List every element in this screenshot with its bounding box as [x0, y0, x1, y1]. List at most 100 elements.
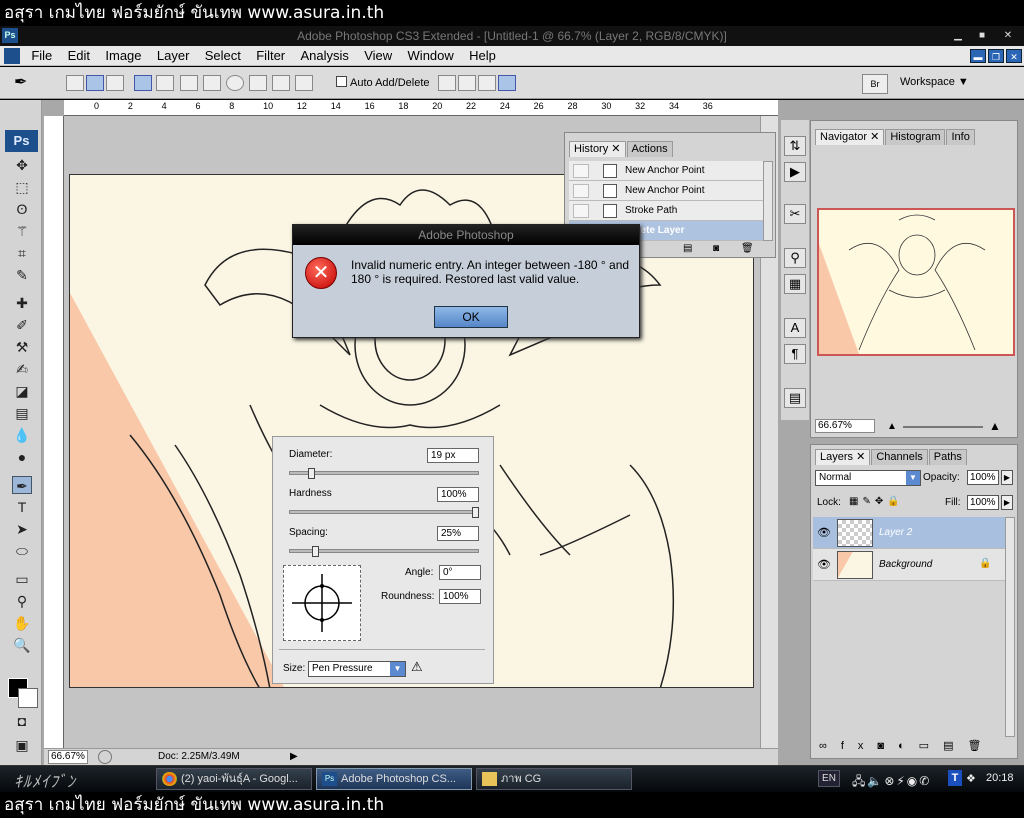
menu-layer[interactable]: Layer — [151, 46, 196, 66]
new-document-icon[interactable]: ▤ — [683, 243, 692, 254]
size-control-select[interactable]: Pen Pressure ▼ — [308, 661, 406, 677]
background-color[interactable] — [18, 688, 38, 708]
ellipse-shape-icon[interactable] — [226, 75, 244, 91]
status-arrow-icon[interactable]: ▶ — [290, 749, 298, 765]
line-shape-icon[interactable] — [272, 75, 290, 91]
angle-field[interactable]: 0° — [439, 565, 481, 580]
animation-icon[interactable]: ▶ — [784, 162, 806, 182]
shape-layers-icon[interactable] — [66, 75, 84, 91]
zoom-slider[interactable] — [903, 426, 983, 428]
slice-tool-icon[interactable]: ✎ — [12, 266, 32, 284]
history-item[interactable]: New Anchor Point — [569, 161, 763, 181]
path-add-icon[interactable] — [438, 75, 456, 91]
menu-edit[interactable]: Edit — [62, 46, 96, 66]
paths-mode-icon[interactable] — [86, 75, 104, 91]
diameter-slider[interactable] — [289, 468, 479, 479]
history-scrollbar[interactable] — [763, 161, 773, 241]
layer-row-layer2[interactable]: 👁 Layer 2 — [813, 517, 1005, 549]
eraser-tool-icon[interactable]: ◪ — [12, 382, 32, 400]
doc-minimize-icon[interactable]: ▬ — [970, 49, 986, 63]
tray-t-icon[interactable]: T — [948, 770, 962, 786]
blur-tool-icon[interactable]: 💧 — [12, 426, 32, 444]
fill-field[interactable]: 100% — [967, 495, 999, 510]
task-folder[interactable]: ภาพ CG — [476, 768, 632, 790]
crop-tool-icon[interactable]: ⌗ — [12, 244, 32, 262]
eyedropper-icon[interactable]: ⚲ — [12, 592, 32, 610]
pen-icon[interactable] — [134, 75, 152, 91]
tab-histogram[interactable]: Histogram — [885, 129, 946, 145]
polygon-shape-icon[interactable] — [249, 75, 267, 91]
gradient-tool-icon[interactable]: ▤ — [12, 404, 32, 422]
clone-stamp-icon[interactable]: ⚒ — [12, 338, 32, 356]
chevron-down-icon[interactable]: ▼ — [906, 471, 920, 485]
type-tool-icon[interactable]: T — [12, 498, 32, 516]
eye-icon[interactable]: 👁 — [817, 526, 831, 540]
fill-arrow-icon[interactable]: ▶ — [1001, 495, 1013, 510]
quick-mask-icon[interactable]: ◘ — [12, 712, 32, 730]
custom-shape-icon[interactable] — [295, 75, 313, 91]
layer-comps-icon[interactable]: ▦ — [784, 274, 806, 294]
roundness-field[interactable]: 100% — [439, 589, 481, 604]
screen-mode-icon[interactable]: ▣ — [12, 736, 32, 754]
bridge-icon[interactable]: Br — [862, 74, 888, 94]
rectangle-shape-icon[interactable] — [180, 75, 198, 91]
character-icon[interactable]: A — [784, 318, 806, 338]
menu-window[interactable]: Window — [402, 46, 460, 66]
diameter-field[interactable]: 19 px — [427, 448, 479, 463]
brush-tool-icon[interactable]: ✐ — [12, 316, 32, 334]
tool-presets-icon[interactable]: ⇅ — [784, 136, 806, 156]
freeform-pen-icon[interactable] — [156, 75, 174, 91]
menu-select[interactable]: Select — [199, 46, 247, 66]
task-chrome[interactable]: (2) yaoi-พันธุ์A - Googl... — [156, 768, 312, 790]
status-icon[interactable] — [98, 750, 112, 764]
navigator-zoom-field[interactable]: 66.67% — [815, 419, 875, 433]
notes-tool-icon[interactable]: ▭ — [12, 570, 32, 588]
healing-brush-icon[interactable]: ✚ — [12, 294, 32, 312]
menu-view[interactable]: View — [358, 46, 398, 66]
fill-pixels-icon[interactable] — [106, 75, 124, 91]
diameter-slider-knob[interactable] — [308, 468, 315, 479]
spacing-slider-knob[interactable] — [312, 546, 319, 557]
zoom-out-icon[interactable]: ▲ — [887, 421, 897, 432]
auto-add-delete-checkbox[interactable]: Auto Add/Delete — [336, 76, 430, 89]
tab-paths[interactable]: Paths — [928, 449, 967, 465]
doc-close-icon[interactable]: ✕ — [1006, 49, 1022, 63]
dodge-tool-icon[interactable]: ● — [12, 448, 32, 466]
chevron-down-icon[interactable]: ▼ — [390, 662, 405, 676]
history-snapshot-box[interactable] — [573, 184, 589, 198]
history-snapshot-box[interactable] — [573, 204, 589, 218]
navigator-preview[interactable] — [817, 208, 1015, 356]
minimize-icon[interactable]: ▁ — [948, 29, 968, 43]
layers-scrollbar[interactable] — [1005, 517, 1015, 737]
path-intersect-icon[interactable] — [478, 75, 496, 91]
shape-tool-icon[interactable]: ⬭ — [12, 542, 32, 560]
magic-wand-icon[interactable]: ⚚ — [12, 222, 32, 240]
tab-layers[interactable]: Layers ✕ — [815, 449, 871, 465]
tab-history[interactable]: History ✕ — [569, 141, 626, 157]
menu-analysis[interactable]: Analysis — [294, 46, 354, 66]
layer-row-background[interactable]: 👁 Background 🔒 — [813, 549, 1005, 581]
lasso-tool-icon[interactable]: ʘ — [12, 200, 32, 218]
history-item[interactable]: Stroke Path — [569, 201, 763, 221]
opacity-field[interactable]: 100% — [967, 470, 999, 485]
notes-panel-icon[interactable]: ▤ — [784, 388, 806, 408]
menu-file[interactable]: File — [25, 46, 58, 66]
trash-icon[interactable]: 🗑 — [741, 243, 754, 254]
brushes-icon[interactable]: ✂ — [784, 204, 806, 224]
path-selection-icon[interactable]: ➤ — [12, 520, 32, 538]
eye-icon[interactable]: 👁 — [817, 558, 831, 572]
zoom-in-icon[interactable]: ▲ — [989, 419, 1001, 433]
brush-angle-preview[interactable] — [283, 565, 361, 641]
task-photoshop[interactable]: Ps Adobe Photoshop CS... — [316, 768, 472, 790]
zoom-tool-icon[interactable]: 🔍 — [12, 636, 32, 654]
ok-button[interactable]: OK — [434, 306, 508, 328]
hand-tool-icon[interactable]: ✋ — [12, 614, 32, 632]
workspace-menu[interactable]: Workspace ▼ — [900, 76, 969, 88]
menu-image[interactable]: Image — [99, 46, 147, 66]
paragraph-icon[interactable]: ¶ — [784, 344, 806, 364]
hardness-slider[interactable] — [289, 507, 479, 518]
hardness-slider-knob[interactable] — [472, 507, 479, 518]
move-tool-icon[interactable]: ✥ — [12, 156, 32, 174]
history-item[interactable]: New Anchor Point — [569, 181, 763, 201]
maximize-icon[interactable]: ■ — [972, 29, 992, 43]
